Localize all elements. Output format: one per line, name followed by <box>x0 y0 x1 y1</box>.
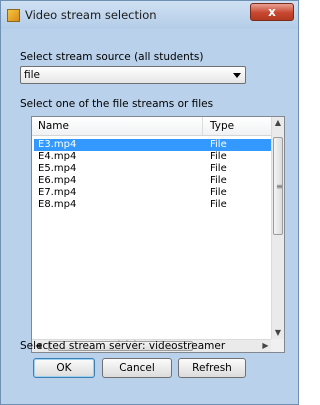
grip-icon: ≡ <box>276 182 283 191</box>
file-name: E6.mp4 <box>38 175 77 186</box>
scroll-down-icon[interactable]: ▼ <box>273 327 283 339</box>
status-text: Selected stream server: videostreamer <box>20 340 226 352</box>
stream-source-value: file <box>24 69 40 81</box>
window-title: Video stream selection <box>25 8 157 22</box>
list-item[interactable]: E6.mp4 File <box>34 175 272 187</box>
app-icon <box>7 9 20 22</box>
column-separator[interactable] <box>202 117 203 135</box>
vertical-scroll-thumb[interactable]: ≡ <box>273 137 283 235</box>
stream-source-dropdown[interactable]: file <box>20 66 246 84</box>
file-type: File <box>210 139 227 150</box>
column-header-type[interactable]: Type <box>210 120 234 132</box>
list-item[interactable]: E5.mp4 File <box>34 163 272 175</box>
scroll-up-icon[interactable]: ▲ <box>273 117 283 129</box>
list-item[interactable]: E4.mp4 File <box>34 151 272 163</box>
file-stream-list[interactable]: Name Type E3.mp4 File E4.mp4 File E5.mp4 File… <box>31 116 285 353</box>
source-label: Select stream source (all students) <box>20 51 204 63</box>
file-name: E7.mp4 <box>38 187 77 198</box>
close-button[interactable]: x <box>250 3 294 21</box>
scrollbar-corner <box>271 339 284 352</box>
refresh-button[interactable]: Refresh <box>178 358 246 378</box>
ok-button[interactable]: OK <box>33 358 95 378</box>
cancel-button[interactable]: Cancel <box>102 358 172 378</box>
file-name: E4.mp4 <box>38 151 77 162</box>
close-icon: x <box>268 5 276 19</box>
list-item[interactable]: E3.mp4 File <box>34 139 272 151</box>
file-type: File <box>210 163 227 174</box>
column-header-name[interactable]: Name <box>38 120 69 132</box>
vertical-scrollbar[interactable]: ▲ ≡ ▼ <box>271 117 284 339</box>
file-type: File <box>210 151 227 162</box>
streams-label: Select one of the file streams or files <box>20 98 214 110</box>
chevron-down-icon <box>233 73 241 78</box>
file-name: E3.mp4 <box>38 139 77 150</box>
file-type: File <box>210 175 227 186</box>
file-type: File <box>210 199 227 210</box>
list-header: Name Type <box>32 117 272 136</box>
file-name: E5.mp4 <box>38 163 77 174</box>
title-bar[interactable]: Video stream selection x <box>1 1 298 29</box>
file-name: E8.mp4 <box>38 199 77 210</box>
list-item[interactable]: E7.mp4 File <box>34 187 272 199</box>
file-type: File <box>210 187 227 198</box>
list-item[interactable]: E8.mp4 File <box>34 199 272 211</box>
